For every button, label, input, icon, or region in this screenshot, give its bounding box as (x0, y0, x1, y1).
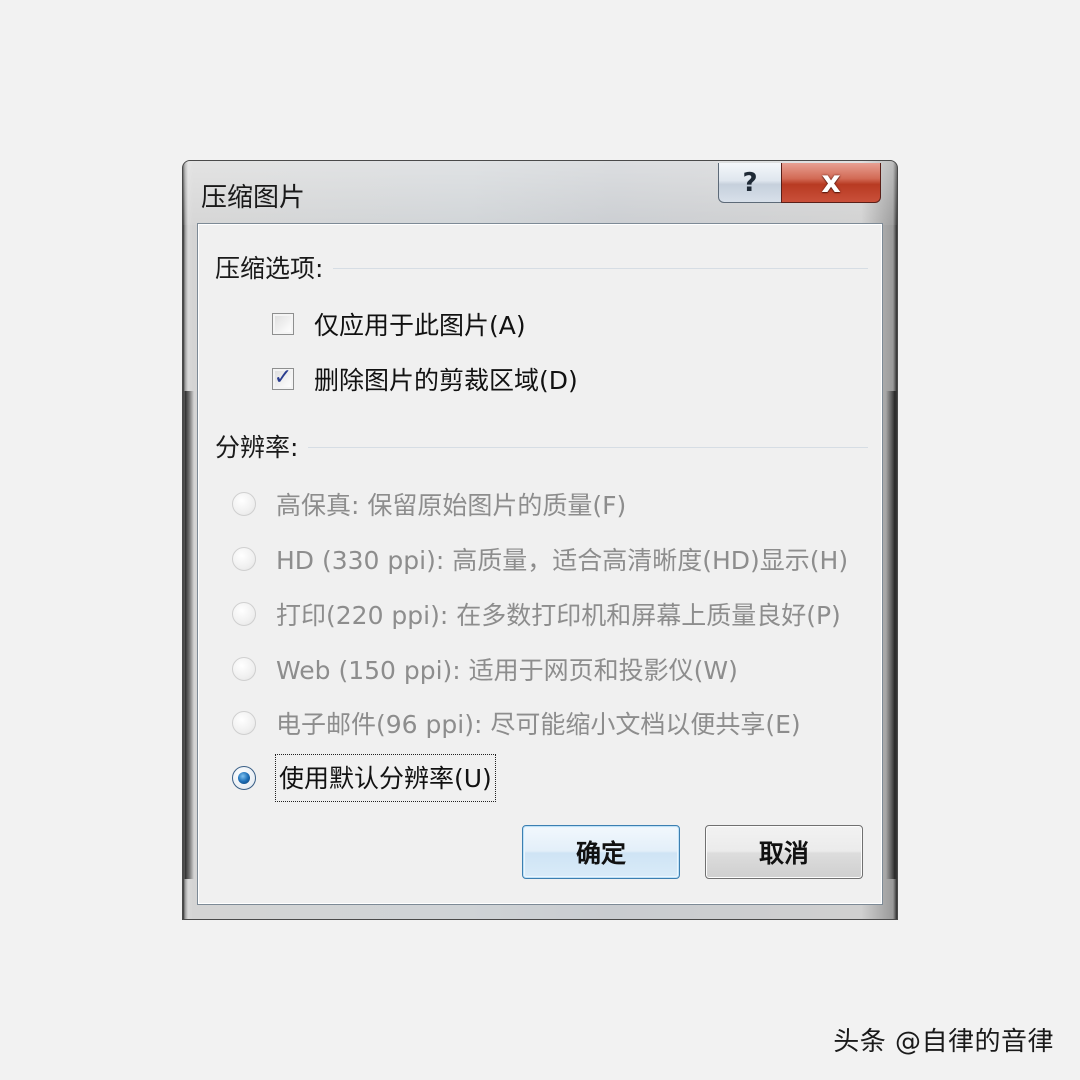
resolution-label: 分辨率: (215, 433, 299, 462)
radio-default-resolution[interactable] (232, 766, 256, 790)
group-divider (333, 268, 868, 269)
resolution-option-default[interactable]: 使用默认分辨率(U) (232, 754, 496, 802)
close-icon: x (821, 164, 841, 200)
radio-hd[interactable] (232, 547, 256, 571)
radio-label-print: 打印(220 ppi): 在多数打印机和屏幕上质量良好(P) (276, 601, 841, 630)
resolution-option-web[interactable]: Web (150 ppi): 适用于网页和投影仪(W) (232, 651, 738, 687)
radio-label-hd: HD (330 ppi): 高质量，适合高清晰度(HD)显示(H) (276, 546, 849, 575)
help-icon: ? (742, 167, 758, 198)
apply-only-this-picture-checkbox[interactable] (272, 313, 294, 335)
watermark-text: 头条 @自律的音律 (833, 1027, 1054, 1057)
dialog-client-area: 压缩选项: 仅应用于此图片(A) ✓ 删除图片的剪裁区域(D) 分辨率: 高保真… (197, 223, 883, 905)
apply-only-this-picture-option[interactable]: 仅应用于此图片(A) (272, 306, 526, 342)
apply-only-this-picture-label: 仅应用于此图片(A) (314, 311, 526, 340)
radio-label-web: Web (150 ppi): 适用于网页和投影仪(W) (276, 656, 738, 685)
radio-label-default-resolution: 使用默认分辨率(U) (275, 754, 496, 802)
resolution-option-hd[interactable]: HD (330 ppi): 高质量，适合高清晰度(HD)显示(H) (232, 541, 848, 577)
resolution-option-high-fidelity[interactable]: 高保真: 保留原始图片的质量(F) (232, 486, 626, 522)
delete-cropped-areas-option[interactable]: ✓ 删除图片的剪裁区域(D) (272, 361, 578, 397)
radio-email[interactable] (232, 711, 256, 735)
ok-button[interactable]: 确定 (522, 825, 680, 879)
cancel-button[interactable]: 取消 (705, 825, 863, 879)
radio-label-email: 电子邮件(96 ppi): 尽可能缩小文档以便共享(E) (276, 710, 801, 739)
dialog-title: 压缩图片 (201, 183, 306, 213)
compress-pictures-dialog: 压缩图片 ? x 压缩选项: 仅应用于此图片(A) ✓ 删除图片的剪裁区域(D)… (182, 160, 898, 920)
radio-label-high-fidelity: 高保真: 保留原始图片的质量(F) (276, 491, 627, 520)
group-divider (308, 447, 868, 448)
resolution-header: 分辨率: (215, 428, 868, 464)
compress-options-header: 压缩选项: (215, 249, 868, 285)
checkmark-icon: ✓ (273, 365, 293, 390)
help-button[interactable]: ? (718, 163, 782, 203)
delete-cropped-areas-checkbox[interactable]: ✓ (272, 365, 294, 390)
resolution-option-email[interactable]: 电子邮件(96 ppi): 尽可能缩小文档以便共享(E) (232, 705, 801, 741)
radio-print[interactable] (232, 602, 256, 626)
delete-cropped-areas-label: 删除图片的剪裁区域(D) (314, 366, 578, 395)
radio-web[interactable] (232, 657, 256, 681)
radio-selected-dot (238, 772, 250, 784)
close-button[interactable]: x (781, 163, 881, 203)
radio-high-fidelity[interactable] (232, 492, 256, 516)
resolution-option-print[interactable]: 打印(220 ppi): 在多数打印机和屏幕上质量良好(P) (232, 596, 841, 632)
compress-options-label: 压缩选项: (215, 254, 324, 283)
